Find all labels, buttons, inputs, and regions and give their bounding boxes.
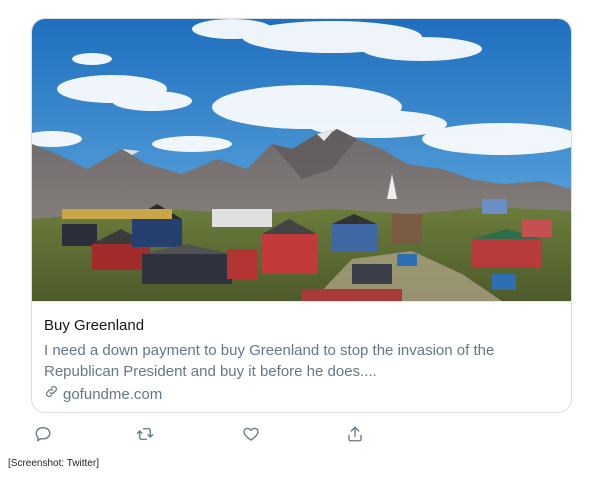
card-description: I need a down payment to buy Greenland t…: [44, 342, 495, 380]
reply-icon: [35, 426, 51, 442]
retweet-icon: [136, 428, 154, 440]
card-image[interactable]: [32, 19, 571, 301]
retweet-button[interactable]: [135, 424, 155, 444]
like-icon: [243, 427, 259, 441]
link-icon: [44, 384, 59, 405]
image-caption: [Screenshot: Twitter]: [8, 458, 99, 469]
card-domain-text: gofundme.com: [63, 385, 163, 403]
share-icon: [348, 426, 362, 442]
greenland-village-image: [32, 19, 571, 301]
link-card[interactable]: Buy Greenland I need a down payment to b…: [31, 18, 572, 413]
card-domain: gofundme.com: [44, 384, 559, 405]
reply-button[interactable]: [33, 424, 53, 444]
like-button[interactable]: [241, 424, 261, 444]
card-title: Buy Greenland: [44, 317, 145, 334]
tweet-actions: [31, 421, 391, 447]
card-body[interactable]: Buy Greenland I need a down payment to b…: [32, 301, 571, 412]
share-button[interactable]: [345, 424, 365, 444]
